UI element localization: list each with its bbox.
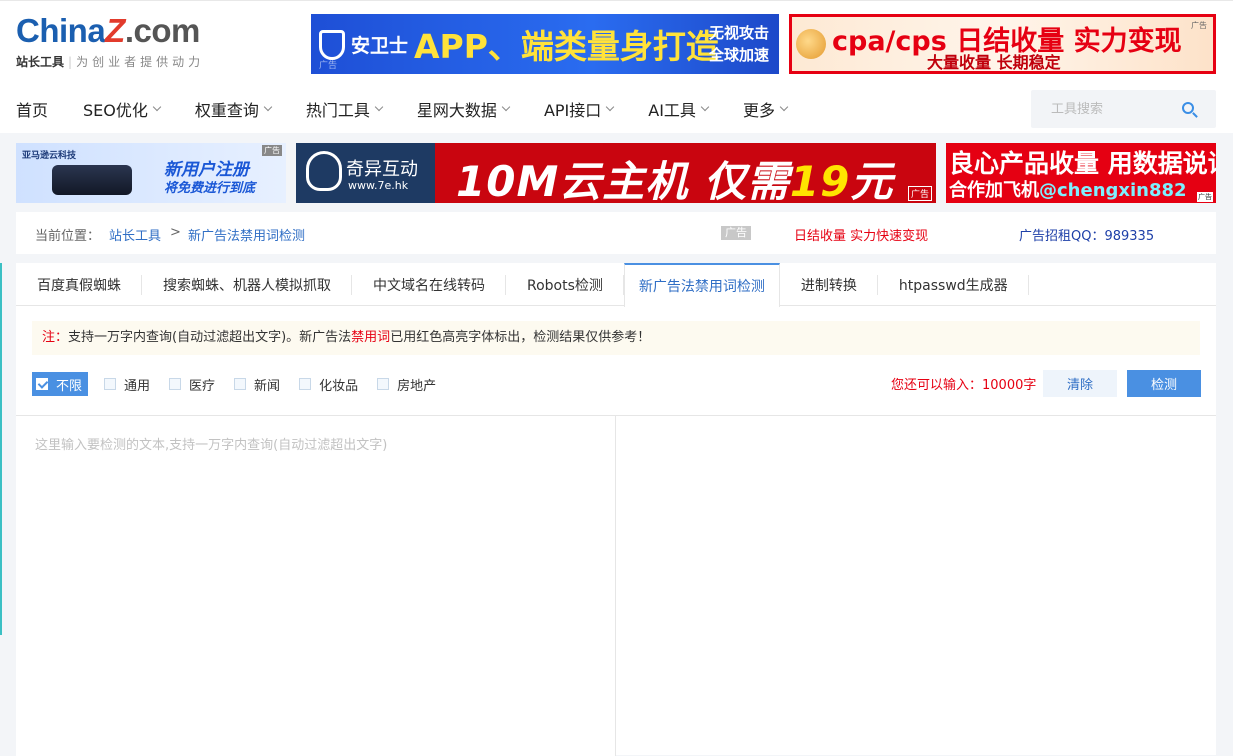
filter-medical-checkbox[interactable]: 医疗: [169, 372, 215, 396]
promo-text-link[interactable]: 日结收量 实力快速变现: [794, 225, 928, 244]
ad-tag: 广告: [319, 61, 338, 71]
ad-brand: 安卫士: [351, 35, 409, 57]
tab-robots-check[interactable]: Robots检测: [506, 263, 624, 306]
ad-banner-aws[interactable]: 亚马逊云科技 新用户注册 将免费进行到底 广告: [16, 143, 286, 203]
tab-base-conversion[interactable]: 进制转换: [780, 263, 878, 306]
ad-brand: 奇异互动: [346, 159, 418, 180]
breadcrumb-separator: >: [170, 225, 181, 240]
tool-tabs: 百度真假蜘蛛 搜索蜘蛛、机器人模拟抓取 中文域名在线转码 Robots检测 新广…: [16, 263, 1216, 307]
search-input[interactable]: [1031, 90, 1171, 128]
ad-company: 亚马逊云科技: [22, 151, 77, 161]
chevron-down-icon: [152, 102, 162, 112]
nav-item-big-data[interactable]: 星网大数据: [417, 97, 511, 121]
tab-chinese-domain-transcode[interactable]: 中文域名在线转码: [352, 263, 506, 306]
ad-subline: 大量收量 长期稳定: [927, 53, 1061, 72]
ad-url: www.7e.hk: [348, 179, 409, 192]
coin-icon: [796, 29, 826, 59]
nav-item-ai[interactable]: AI工具: [648, 97, 710, 121]
filter-unlimited-checkbox[interactable]: 不限: [32, 372, 89, 396]
site-header: ChinaZ.com 站长工具 | 为创业者提供动力 安卫士 APP、端类量身打造 …: [0, 0, 1233, 133]
tab-baidu-spider[interactable]: 百度真假蜘蛛: [16, 263, 142, 306]
nav-item-more[interactable]: 更多: [743, 97, 789, 121]
ad-banner-anweishi[interactable]: 安卫士 APP、端类量身打造 无视攻击 全球加速 广告: [311, 14, 779, 74]
chevron-down-icon: [606, 102, 615, 112]
nav-item-home[interactable]: 首页: [16, 97, 48, 121]
shield-icon: [319, 30, 345, 60]
ad-tag: 广告: [262, 145, 282, 156]
ad-headline: 10M云主机 仅需19元: [456, 157, 894, 203]
filter-cosmetics-checkbox[interactable]: 化妆品: [299, 372, 358, 396]
chevron-down-icon: [263, 102, 273, 112]
ad-subline: 合作加飞机@chengxin882: [949, 180, 1187, 201]
brand-logo-icon: [306, 151, 342, 191]
checkbox-icon: [299, 378, 312, 390]
breadcrumb: 当前位置： 站长工具 > 新广告法禁用词检测 广告 日结收量 实力快速变现 广告…: [16, 212, 1216, 254]
breadcrumb-current-link[interactable]: 新广告法禁用词检测: [188, 225, 305, 244]
tab-spider-simulator[interactable]: 搜索蜘蛛、机器人模拟抓取: [142, 263, 352, 306]
logo-wordmark: ChinaZ.com: [16, 12, 200, 49]
nav-item-weight[interactable]: 权重查询: [195, 97, 273, 121]
chevron-down-icon: [501, 102, 511, 112]
filter-general-checkbox[interactable]: 通用: [104, 372, 150, 396]
ad-subline: 将免费进行到底: [164, 181, 256, 196]
ad-side-text: 无视攻击 全球加速: [708, 24, 769, 64]
remaining-chars-text: 您还可以输入：10000字: [891, 378, 1037, 393]
nav-item-api[interactable]: API接口: [544, 97, 615, 121]
main-nav: 首页 SEO优化 权重查询 热门工具 星网大数据 API接口 AI工具 更多: [16, 89, 822, 129]
ad-tag: 广告: [721, 226, 751, 240]
checkbox-icon: [169, 378, 182, 390]
ad-headline: 良心产品收量 用数据说话: [949, 149, 1216, 178]
tab-ad-law-word-check[interactable]: 新广告法禁用词检测: [623, 263, 780, 307]
text-input-area[interactable]: [16, 416, 616, 756]
site-logo[interactable]: ChinaZ.com 站长工具 | 为创业者提供动力: [16, 13, 226, 73]
work-area: [16, 415, 1216, 756]
ad-banner-cpa[interactable]: cpa/cps 日结收量 实力变现 大量收量 长期稳定 广告: [789, 14, 1216, 74]
breadcrumb-home-link[interactable]: 站长工具: [109, 225, 161, 244]
nav-item-seo[interactable]: SEO优化: [83, 97, 162, 121]
ad-banner-7e[interactable]: 奇异互动 www.7e.hk 10M云主机 仅需19元 广告: [296, 143, 936, 203]
checkbox-icon: [234, 378, 247, 390]
usage-notice: 注：支持一万字内查询(自动过滤超出文字)。新广告法禁用词已用红色高亮字体标出，检…: [32, 321, 1200, 355]
checkbox-checked-icon: [36, 378, 48, 390]
clear-button[interactable]: 清除: [1043, 370, 1117, 397]
result-pane: [617, 416, 1216, 756]
ad-brand-block: 奇异互动 www.7e.hk: [296, 143, 435, 203]
tab-htpasswd-generator[interactable]: htpasswd生成器: [878, 263, 1029, 306]
breadcrumb-label: 当前位置：: [35, 229, 101, 244]
device-illustration: [52, 165, 132, 195]
checkbox-icon: [377, 378, 390, 390]
logo-subtitle: 站长工具 | 为创业者提供动力: [16, 55, 205, 69]
tool-panel: 百度真假蜘蛛 搜索蜘蛛、机器人模拟抓取 中文域名在线转码 Robots检测 新广…: [16, 263, 1216, 756]
check-button[interactable]: 检测: [1127, 370, 1201, 397]
chevron-down-icon: [779, 102, 789, 112]
ad-tag: 广告: [1197, 192, 1213, 202]
checkbox-icon: [104, 378, 117, 390]
ad-tag: 广告: [907, 186, 932, 201]
ad-headline: APP、端类量身打造: [414, 27, 719, 66]
ad-tag: 广告: [1191, 21, 1207, 30]
chevron-down-icon: [700, 102, 710, 112]
filter-real-estate-checkbox[interactable]: 房地产: [377, 372, 436, 396]
category-filters: 不限 通用 医疗 新闻 化妆品 房地产: [32, 372, 455, 396]
chevron-down-icon: [374, 102, 384, 112]
ad-contact-link[interactable]: 广告招租QQ：989335: [1019, 225, 1154, 244]
filter-news-checkbox[interactable]: 新闻: [234, 372, 280, 396]
page-edge-accent: [0, 263, 2, 635]
ad-banner-chengxin[interactable]: 良心产品收量 用数据说话 合作加飞机@chengxin882 广告: [946, 143, 1216, 203]
search-icon[interactable]: [1182, 102, 1194, 114]
tool-search: [1031, 90, 1216, 128]
nav-item-hot-tools[interactable]: 热门工具: [306, 97, 384, 121]
